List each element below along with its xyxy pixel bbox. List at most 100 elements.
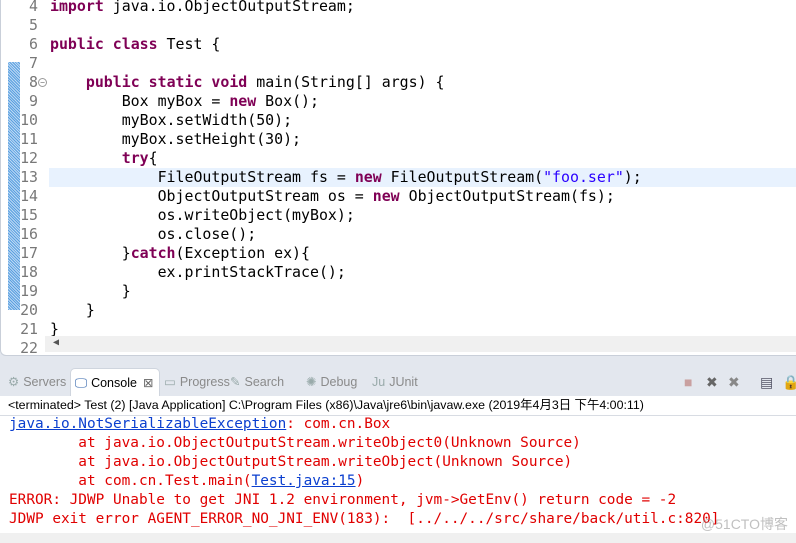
keyword: new: [372, 187, 400, 205]
exception-link[interactable]: java.io.NotSerializableException: [9, 416, 286, 432]
code-text: public static void main(String[] args) {: [50, 73, 445, 92]
line-number: 9: [29, 92, 38, 110]
horizontal-scrollbar[interactable]: [0, 533, 796, 543]
line-number: 15: [20, 206, 38, 224]
view-tab-bar: ⚙ Servers 🖵 Console ⊠ ▭ Progress ✎ Search ✺ Debug J…: [0, 368, 796, 397]
keyword: public: [50, 35, 104, 53]
code-line[interactable]: 17 }catch(Exception ex){: [1, 244, 796, 263]
line-number: 22: [20, 339, 38, 356]
tab-label: Servers: [23, 375, 67, 389]
scroll-left-icon[interactable]: ◀: [53, 337, 59, 348]
code-text: os.close();: [50, 225, 257, 244]
tab-label: JUnit: [389, 375, 418, 389]
code-line[interactable]: 12 try{: [1, 149, 796, 168]
remove-launch-icon[interactable]: ✖: [706, 374, 718, 391]
code-text: os.writeObject(myBox);: [50, 206, 355, 225]
code-text: public class Test {: [50, 35, 220, 54]
code-text: FileOutputStream fs = new FileOutputStre…: [50, 168, 642, 187]
line-number: 20: [20, 301, 38, 319]
code-token: (Exception ex){: [175, 244, 310, 262]
code-token: Box();: [256, 92, 319, 110]
error-line: ERROR: JDWP Unable to get JNI 1.2 enviro…: [9, 492, 677, 508]
tab-console[interactable]: 🖵 Console ⊠: [70, 368, 160, 397]
debug-icon: ✺: [306, 375, 317, 389]
tab-label: Search: [244, 375, 285, 389]
line-number: 13: [20, 168, 38, 186]
stack-suffix: ): [355, 473, 365, 489]
line-number: 14: [20, 187, 38, 205]
code-token: myBox.setHeight(30);: [50, 130, 302, 148]
code-line[interactable]: 10 myBox.setWidth(50);: [1, 111, 796, 130]
code-token: os.writeObject(myBox);: [50, 206, 355, 224]
code-line[interactable]: 4 import java.io.ObjectOutputStream;: [1, 0, 796, 16]
code-text: import java.io.ObjectOutputStream;: [50, 0, 355, 16]
code-line[interactable]: 18 ex.printStackTrace();: [1, 263, 796, 282]
junit-icon: Ju: [372, 375, 386, 389]
source-link[interactable]: Test.java:15: [252, 473, 356, 489]
line-number: 11: [20, 130, 38, 148]
code-token: }: [50, 244, 131, 262]
code-line[interactable]: 6 public class Test {: [1, 35, 796, 54]
scroll-lock-icon[interactable]: 🔒: [782, 374, 796, 391]
tab-progress[interactable]: ▭ Progress: [160, 368, 230, 396]
tab-servers[interactable]: ⚙ Servers: [4, 368, 66, 396]
keyword: public: [85, 73, 140, 91]
stack-line: at java.io.ObjectOutputStream.writeObjec…: [9, 435, 581, 451]
keyword: static: [148, 73, 203, 91]
close-icon[interactable]: ⊠: [143, 376, 153, 390]
code-line[interactable]: 20 }: [1, 301, 796, 320]
watermark: @51CTO博客: [700, 516, 788, 532]
clear-console-icon[interactable]: ▤: [760, 374, 773, 391]
code-editor[interactable]: 4 import java.io.ObjectOutputStream; 5 6 pub…: [0, 0, 796, 356]
code-line[interactable]: 9 Box myBox = new Box();: [1, 92, 796, 111]
tab-debug[interactable]: ✺ Debug: [302, 368, 357, 396]
code-line[interactable]: 15 os.writeObject(myBox);: [1, 206, 796, 225]
code-line[interactable]: 19 }: [1, 282, 796, 301]
code-line[interactable]: 11 myBox.setHeight(30);: [1, 130, 796, 149]
code-text: ObjectOutputStream os = new ObjectOutput…: [50, 187, 615, 206]
stack-line: at com.cn.Test.main(Test.java:15): [9, 472, 364, 491]
console-line: java.io.NotSerializableException: com.cn…: [9, 415, 390, 434]
code-line[interactable]: 16 os.close();: [1, 225, 796, 244]
code-line[interactable]: 5: [1, 16, 796, 35]
keyword: import: [50, 0, 104, 15]
code-text: myBox.setWidth(50);: [50, 111, 292, 130]
line-number: 8: [29, 73, 38, 91]
collapse-icon[interactable]: −: [38, 78, 47, 87]
line-number: 18: [20, 263, 38, 281]
line-number: 12: [20, 149, 38, 167]
line-number: 7: [29, 54, 38, 72]
console-view[interactable]: <terminated> Test (2) [Java Application]…: [0, 396, 796, 543]
code-line[interactable]: 13 FileOutputStream fs = new FileOutputS…: [20, 168, 796, 187]
line-number: 19: [20, 282, 38, 300]
horizontal-scrollbar[interactable]: ◀: [45, 336, 796, 352]
string-literal: "foo.ser": [543, 168, 624, 186]
terminate-icon[interactable]: ■: [684, 374, 692, 390]
code-token: main(String[] args) {: [247, 73, 445, 91]
code-text: }: [50, 282, 131, 301]
remove-all-launches-icon[interactable]: ✖: [728, 374, 740, 391]
line-number: 5: [29, 16, 38, 34]
code-token: java.io.ObjectOutputStream;: [112, 0, 355, 15]
code-token: FileOutputStream(: [381, 168, 544, 186]
keyword: void: [211, 73, 248, 91]
tab-junit[interactable]: Ju JUnit: [368, 368, 418, 396]
code-token: }: [50, 301, 95, 319]
search-icon: ✎: [230, 375, 241, 389]
code-token: Box myBox =: [50, 92, 230, 110]
code-text: }: [50, 301, 95, 320]
code-text: ex.printStackTrace();: [50, 263, 346, 282]
console-icon: 🖵: [75, 376, 88, 390]
line-number: 10: [20, 111, 38, 129]
code-line[interactable]: 8− public static void main(String[] args…: [1, 73, 796, 92]
code-line[interactable]: 7: [1, 54, 796, 73]
code-token: ObjectOutputStream os =: [50, 187, 373, 205]
stack-prefix: at com.cn.Test.main(: [9, 473, 252, 489]
line-number: 6: [29, 35, 38, 53]
code-token: );: [623, 168, 642, 186]
code-line[interactable]: 14 ObjectOutputStream os = new ObjectOut…: [1, 187, 796, 206]
keyword: try: [121, 149, 149, 167]
tab-search[interactable]: ✎ Search: [226, 368, 284, 396]
